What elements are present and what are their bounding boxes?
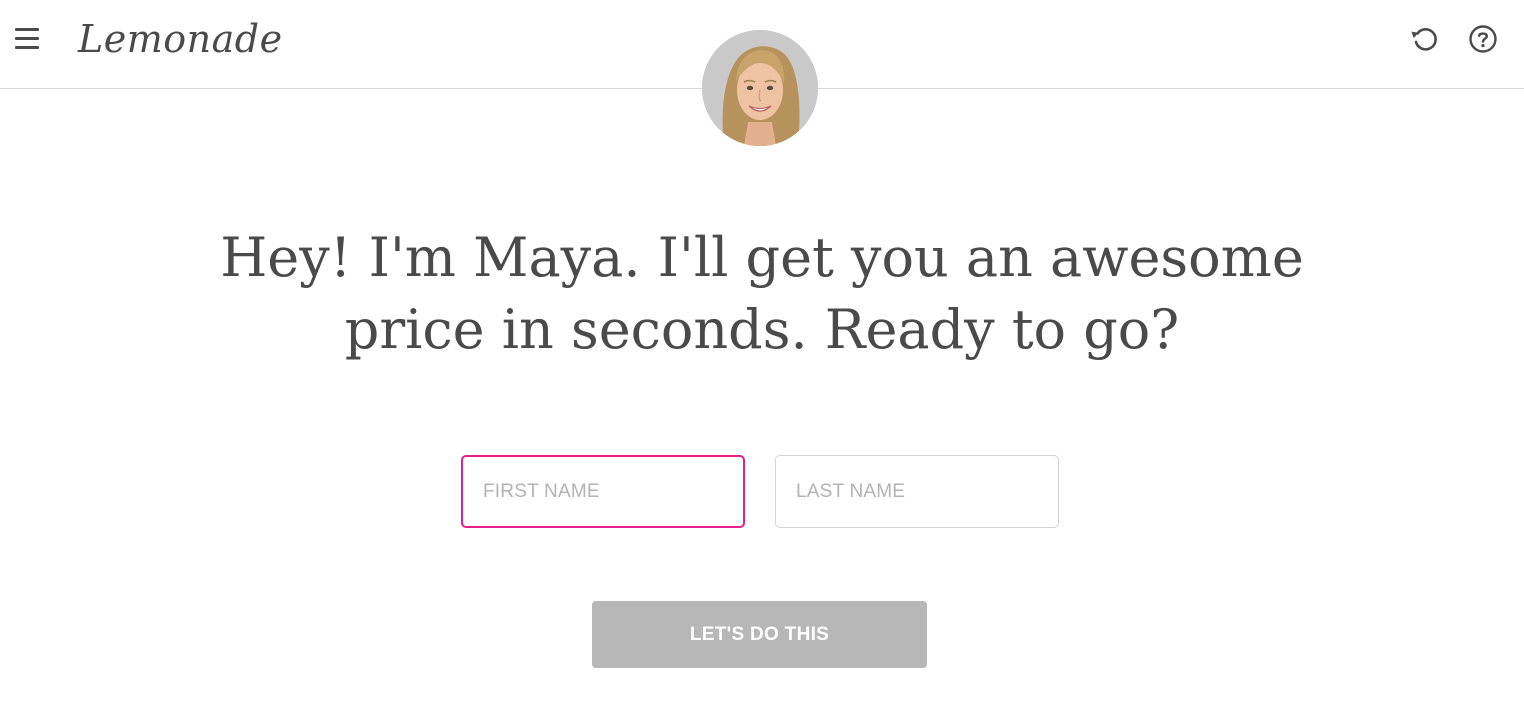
headline-line-1: Hey! I'm Maya. I'll get you an awesome <box>220 226 1304 289</box>
headline-line-2: price in seconds. Ready to go? <box>344 298 1180 361</box>
hamburger-menu-icon[interactable] <box>14 26 40 52</box>
bot-avatar-photo <box>702 30 818 146</box>
restart-icon[interactable] <box>1408 22 1442 56</box>
help-icon[interactable] <box>1466 22 1500 56</box>
lemonade-logo[interactable]: Lemonade <box>78 14 283 64</box>
lets-do-this-button[interactable]: LET'S DO THIS <box>592 601 927 668</box>
last-name-input[interactable] <box>775 455 1059 528</box>
page-headline: Hey! I'm Maya. I'll get you an awesome p… <box>162 222 1362 366</box>
first-name-input[interactable] <box>461 455 745 528</box>
